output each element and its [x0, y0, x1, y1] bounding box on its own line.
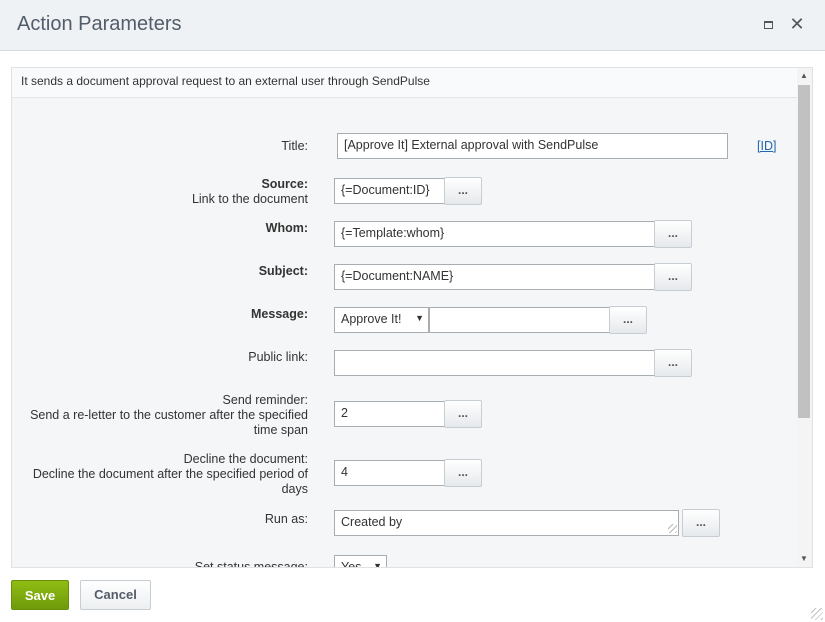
reminder-label-title: Send reminder:	[222, 393, 308, 407]
message-input[interactable]	[429, 307, 610, 333]
run-as-picker-button[interactable]: ...	[682, 509, 720, 537]
status-message-value: Yes	[341, 560, 362, 568]
whom-picker-button[interactable]: ...	[654, 220, 692, 248]
run-as-label: Run as:	[264, 512, 308, 526]
run-as-textarea[interactable]: Created by	[334, 510, 679, 536]
decline-input[interactable]: 4	[334, 460, 445, 486]
save-button[interactable]: Save	[11, 580, 69, 610]
textarea-resize-icon[interactable]	[668, 524, 677, 533]
source-picker-button[interactable]: ...	[444, 177, 482, 205]
source-sublabel: Link to the document	[191, 192, 308, 206]
decline-label: Decline the document: Decline the docume…	[12, 452, 308, 497]
scroll-up-icon[interactable]: ▲	[800, 71, 808, 80]
maximize-icon[interactable]	[760, 16, 778, 34]
source-input[interactable]: {=Document:ID}	[334, 178, 445, 204]
source-label: Source: Link to the document	[192, 177, 308, 207]
scroll-down-icon[interactable]: ▼	[800, 554, 808, 563]
cancel-button[interactable]: Cancel	[80, 580, 151, 610]
dialog-footer: Save Cancel	[0, 568, 825, 622]
dialog-header: Action Parameters ✕	[0, 0, 825, 51]
public-link-picker-button[interactable]: ...	[654, 349, 692, 377]
dialog-content: It sends a document approval request to …	[11, 67, 813, 568]
title-input[interactable]: [Approve It] External approval with Send…	[337, 133, 728, 159]
reminder-label: Send reminder: Send a re-letter to the c…	[12, 393, 308, 438]
dropdown-arrow-icon: ▼	[415, 313, 424, 323]
action-description: It sends a document approval request to …	[12, 68, 797, 98]
subject-label: Subject:	[258, 264, 308, 278]
subject-picker-button[interactable]: ...	[654, 263, 692, 291]
action-parameters-dialog: Action Parameters ✕ It sends a document …	[0, 0, 825, 622]
whom-input[interactable]: {=Template:whom}	[334, 221, 655, 247]
subject-input[interactable]: {=Document:NAME}	[334, 264, 655, 290]
reminder-sublabel: Send a re-letter to the customer after t…	[30, 408, 308, 437]
decline-label-title: Decline the document:	[183, 452, 308, 466]
scrollbar-thumb[interactable]	[798, 85, 810, 418]
dialog-title: Action Parameters	[17, 13, 182, 35]
dialog-resize-icon[interactable]	[811, 608, 823, 620]
close-icon[interactable]: ✕	[788, 15, 806, 33]
source-label-title: Source:	[261, 177, 308, 191]
message-template-select[interactable]: Approve It! ▼	[334, 307, 429, 333]
parameters-form: Title: [Approve It] External approval wi…	[12, 98, 797, 567]
public-link-input[interactable]	[334, 350, 655, 376]
id-link[interactable]: [ID]	[757, 139, 776, 153]
reminder-input[interactable]: 2	[334, 401, 445, 427]
message-label: Message:	[251, 307, 308, 321]
dropdown-arrow-icon: ▼	[373, 561, 382, 568]
whom-label: Whom:	[265, 221, 308, 235]
status-message-select[interactable]: Yes ▼	[334, 555, 387, 568]
public-link-label: Public link:	[248, 350, 308, 364]
message-template-value: Approve It!	[341, 312, 402, 326]
title-label: Title:	[281, 139, 308, 153]
message-picker-button[interactable]: ...	[609, 306, 647, 334]
status-message-label: Set status message:	[194, 560, 308, 568]
reminder-picker-button[interactable]: ...	[444, 400, 482, 428]
decline-sublabel: Decline the document after the specified…	[32, 467, 308, 496]
decline-picker-button[interactable]: ...	[444, 459, 482, 487]
content-scrollbar[interactable]: ▲ ▼	[797, 68, 812, 567]
